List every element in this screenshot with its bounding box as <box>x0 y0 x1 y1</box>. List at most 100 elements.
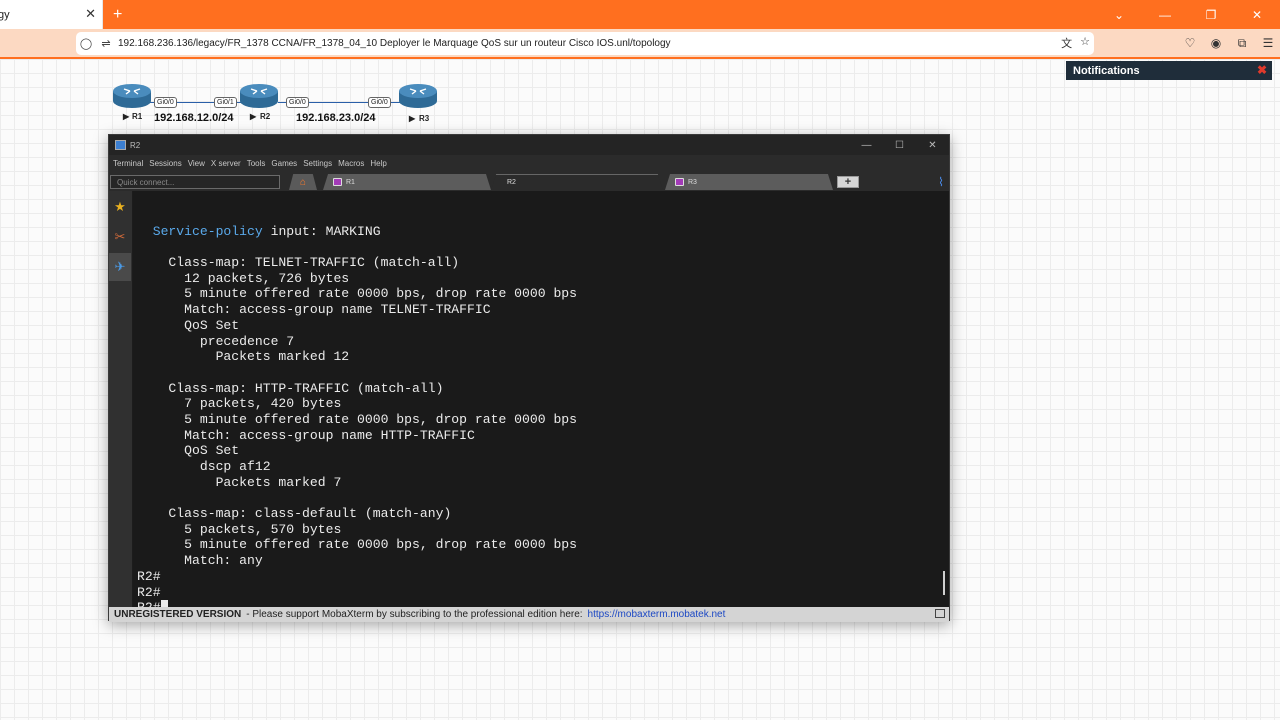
menu-item-sessions[interactable]: Sessions <box>149 159 181 168</box>
interface-tag: Gi0/0 <box>368 97 391 108</box>
terminal-line: 12 packets, 726 bytes <box>137 270 350 286</box>
terminal-line: Class-map: HTTP-TRAFFIC (match-all) <box>137 380 444 396</box>
unregistered-label: UNREGISTERED VERSION <box>114 609 242 620</box>
menu-item-games[interactable]: Games <box>271 159 297 168</box>
url-text[interactable]: 192.168.236.136/legacy/FR_1378 CCNA/FR_1… <box>118 38 671 49</box>
router-icon[interactable] <box>398 83 438 109</box>
notifications-title: Notifications <box>1073 64 1140 77</box>
terminal-line: 5 minute offered rate 0000 bps, drop rat… <box>137 537 578 553</box>
session-tab-label: R1 <box>346 178 355 186</box>
maximize-icon[interactable]: ☐ <box>883 135 916 155</box>
mobaxterm-titlebar: R2 — ☐ ✕ <box>109 135 949 155</box>
session-tab-r1[interactable]: R1 <box>323 174 491 190</box>
terminal-line: Class-map: TELNET-TRAFFIC (match-all) <box>137 255 460 271</box>
menu-item-xserver[interactable]: X server <box>211 159 241 168</box>
window-title: R2 <box>130 140 141 150</box>
terminal-icon <box>333 178 342 186</box>
close-icon[interactable]: ✖ <box>1257 63 1267 77</box>
terminal-line: Packets marked 12 <box>137 349 350 365</box>
pocket-icon[interactable]: ♡ <box>1184 36 1196 51</box>
mobaxterm-app-icon <box>115 140 126 150</box>
terminal-line: 7 packets, 420 bytes <box>137 396 342 412</box>
home-tab[interactable]: ⌂ <box>289 174 317 190</box>
terminal-line: Match: any <box>137 553 263 569</box>
terminal-line: R2# <box>137 568 161 584</box>
terminal-line: R2# <box>137 584 161 600</box>
tools-icon[interactable]: ✂ <box>109 223 131 251</box>
mobaxterm-menubar: Terminal Sessions View X server Tools Ga… <box>109 155 949 172</box>
quick-connect-input[interactable] <box>110 175 280 189</box>
terminal-line: Packets marked 7 <box>137 474 342 490</box>
menu-item-terminal[interactable]: Terminal <box>113 159 143 168</box>
router-label: R2 <box>260 112 271 121</box>
network-label: 192.168.23.0/24 <box>296 112 376 124</box>
terminal-line: QoS Set <box>137 443 240 459</box>
router-label: R1 <box>132 112 143 121</box>
account-icon[interactable]: ◉ <box>1210 36 1222 51</box>
mobaxterm-statusbar: UNREGISTERED VERSION - Please support Mo… <box>109 607 949 622</box>
interface-tag: Gi0/0 <box>286 97 309 108</box>
restore-icon[interactable]: ❐ <box>1188 0 1234 29</box>
attachment-icon[interactable]: ⌇ <box>938 175 944 189</box>
mobaxterm-sidebar: ★ ✂ ✈ <box>109 191 133 607</box>
session-tab-r3[interactable]: R3 <box>665 174 833 190</box>
menu-item-tools[interactable]: Tools <box>247 159 266 168</box>
terminal-line: Class-map: class-default (match-any) <box>137 506 452 522</box>
notifications-panel[interactable]: Notifications ✖ <box>1066 61 1272 80</box>
extensions-icon[interactable]: ⧉ <box>1236 36 1248 51</box>
browser-tab[interactable]: gy ✕ <box>0 0 103 29</box>
terminal-line: dscp af12 <box>137 459 271 474</box>
terminal-output[interactable]: Service-policy input: MARKING Class-map:… <box>133 191 949 607</box>
menu-item-help[interactable]: Help <box>370 159 386 168</box>
window-controls: ⌄ — ❐ ✕ <box>1096 0 1280 29</box>
play-icon: ▶ <box>409 114 416 123</box>
chevron-down-icon[interactable]: ⌄ <box>1096 0 1142 29</box>
router-icon[interactable] <box>239 83 279 109</box>
terminal-scrollbar[interactable] <box>943 571 945 595</box>
terminal-cursor <box>160 600 168 607</box>
shield-icon[interactable]: ◯ <box>76 37 96 50</box>
terminal-line: 5 minute offered rate 0000 bps, drop rat… <box>137 411 578 427</box>
close-window-icon[interactable]: ✕ <box>1234 0 1280 29</box>
resize-icon[interactable] <box>935 609 945 618</box>
home-icon: ⌂ <box>299 176 307 188</box>
mobaxterm-window: R2 — ☐ ✕ Terminal Sessions View X server… <box>108 134 950 622</box>
play-icon: ▶ <box>250 112 257 121</box>
site-info-icon[interactable]: ⇌ <box>96 37 116 50</box>
play-icon: ▶ <box>123 112 130 121</box>
menu-item-settings[interactable]: Settings <box>303 159 332 168</box>
interface-tag: Gi0/1 <box>214 97 237 108</box>
browser-tab-title: gy <box>0 8 10 21</box>
minimize-icon[interactable]: — <box>1142 0 1188 29</box>
add-tab-button[interactable]: + <box>837 176 859 188</box>
menu-item-view[interactable]: View <box>188 159 205 168</box>
terminal-line: QoS Set <box>137 317 240 333</box>
star-icon[interactable]: ★ <box>109 193 131 221</box>
terminal-icon <box>675 178 684 186</box>
terminal-line: 5 minute offered rate 0000 bps, drop rat… <box>137 286 578 302</box>
router-label: R3 <box>419 114 430 123</box>
menu-icon[interactable]: ☰ <box>1262 36 1274 51</box>
translate-icon[interactable]: 文 <box>1061 35 1072 51</box>
send-icon[interactable]: ✈ <box>109 253 131 281</box>
mobaxterm-link[interactable]: https://mobaxterm.mobatek.net <box>588 609 726 620</box>
terminal-lines: Service-policy input: MARKING Class-map:… <box>137 208 577 607</box>
session-tab-r2[interactable]: R2 <box>491 174 663 190</box>
router-icon[interactable] <box>112 83 152 109</box>
minimize-icon[interactable]: — <box>850 135 883 155</box>
close-icon[interactable]: ✕ <box>85 6 96 22</box>
url-bar[interactable]: ◯ ⇌ 192.168.236.136/legacy/FR_1378 CCNA/… <box>76 32 1094 55</box>
session-tab-label: R2 <box>507 179 516 186</box>
status-message: - Please support MobaXterm by subscribin… <box>246 609 583 620</box>
close-window-icon[interactable]: ✕ <box>916 135 949 155</box>
new-tab-icon[interactable]: + <box>113 6 122 23</box>
bookmark-star-icon[interactable]: ☆ <box>1080 35 1090 51</box>
menu-item-macros[interactable]: Macros <box>338 159 364 168</box>
terminal-line: 5 packets, 570 bytes <box>137 521 342 537</box>
terminal-line: Match: access-group name HTTP-TRAFFIC <box>137 427 475 443</box>
browser-navbar: ◯ ⇌ 192.168.236.136/legacy/FR_1378 CCNA/… <box>0 29 1280 59</box>
